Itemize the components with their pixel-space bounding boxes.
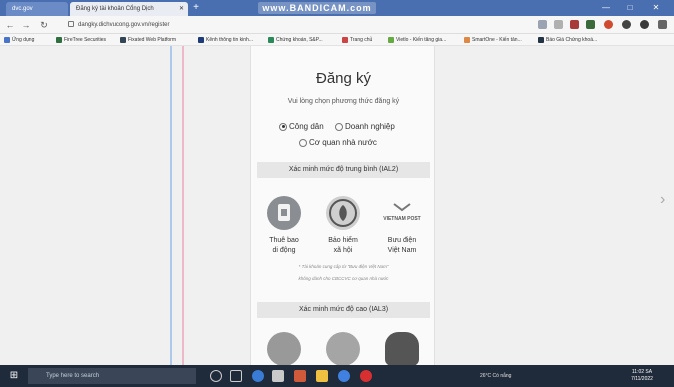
taskbar-search-input[interactable]: Type here to search (28, 368, 196, 384)
bookmark-item[interactable]: Kênh thông tin kinh... (198, 34, 264, 46)
address-text: dangky.dichvucong.gov.vn/register (78, 22, 170, 28)
bookmark-item[interactable]: Trang chủ (342, 34, 384, 46)
cloud-icon (385, 332, 419, 365)
forward-icon[interactable]: → (20, 19, 32, 31)
page-title: Đăng ký (315, 70, 372, 87)
tab-label: dvc.gov (12, 6, 33, 12)
vietnam-post-note: * Tài khoản cung cấp từ "Bưu điện Việt N… (298, 264, 389, 269)
bookmark-item[interactable]: Vietlo - Kiến tăng gia... (388, 34, 460, 46)
app-icon[interactable] (272, 370, 284, 382)
bookmark-item[interactable]: SmartOne - Kiến tản... (464, 34, 534, 46)
method-ial3-3[interactable] (377, 332, 427, 365)
bookmark-item[interactable]: Báo Giá Chứng khoá... (538, 34, 612, 46)
download-icon[interactable] (658, 20, 667, 29)
register-card: Đăng ký Vui lòng chọn phương thức đăng k… (250, 46, 435, 365)
new-tab-icon[interactable]: + (190, 2, 202, 14)
vietnam-post-note-2: không dành cho CBCCVC cơ quan nhà nước (298, 276, 389, 281)
tab-register[interactable]: Đăng ký tài khoản Cổng Dịch ✕ (70, 2, 188, 16)
bandicam-watermark: www.BANDICAM.com (258, 2, 376, 14)
extension-icon[interactable] (622, 20, 631, 29)
cortana-icon[interactable] (210, 370, 222, 382)
radio-selected-icon (279, 122, 287, 131)
id-card-icon (326, 332, 360, 365)
page-subtitle: Vui lòng chọn phương thức đăng ký (287, 98, 400, 105)
minimize-icon[interactable]: — (598, 2, 614, 14)
method-mobile[interactable]: Thuê bao di động (259, 196, 309, 256)
back-icon[interactable]: ← (4, 19, 16, 31)
method-social-insurance[interactable]: Bảo hiểm xã hội (318, 196, 368, 256)
social-insurance-icon (326, 196, 360, 230)
bookmark-item[interactable]: Fixated Web Platform (120, 34, 194, 46)
profile-avatar[interactable] (640, 20, 649, 29)
method-label: Thuê bao di động (269, 237, 299, 254)
close-window-icon[interactable]: ✕ (648, 2, 664, 14)
address-bar-row: ← → ↻ dangky.dichvucong.gov.vn/register (0, 16, 674, 34)
star-icon[interactable] (554, 20, 563, 29)
task-view-icon[interactable] (230, 370, 242, 382)
windows-start-icon[interactable]: ⊞ (8, 370, 20, 382)
radio-enterprise[interactable]: Doanh nghiệp (335, 122, 395, 131)
extension-icon[interactable] (570, 20, 579, 29)
edge-icon[interactable] (252, 370, 264, 382)
chevron-right-icon[interactable]: › (660, 191, 665, 209)
chip-card-icon (267, 332, 301, 365)
address-input[interactable]: dangky.dichvucong.gov.vn/register (68, 19, 508, 31)
app-icon[interactable] (294, 370, 306, 382)
radio-citizen[interactable]: Công dân (279, 122, 324, 131)
bandicam-icon[interactable] (360, 370, 372, 382)
svg-text:VIETNAM POST: VIETNAM POST (383, 216, 421, 222)
bookmark-item[interactable]: Chứng khoán, S&P... (268, 34, 338, 46)
bookmarks-bar: Ứng dụng FireTree Securities Fixated Web… (0, 34, 674, 46)
vietnam-post-icon: VIETNAM POST (383, 196, 421, 230)
method-label: Bảo hiểm xã hội (328, 237, 358, 254)
tab-label: Đăng ký tài khoản Cổng Dịch (76, 6, 154, 12)
chrome-icon[interactable] (338, 370, 350, 382)
windows-taskbar: ⊞ Type here to search 26°C Có nắng 11:02… (0, 365, 674, 387)
method-ial3-1[interactable] (259, 332, 309, 365)
radio-icon (299, 138, 307, 147)
system-tray: 26°C Có nắng (480, 365, 511, 387)
file-explorer-icon[interactable] (316, 370, 328, 382)
method-ial3-2[interactable] (318, 332, 368, 365)
section-ial3-header: Xác minh mức độ cao (IAL3) (257, 302, 430, 318)
section-ial2-header: Xác minh mức độ trung bình (IAL2) (257, 162, 430, 178)
close-tab-icon[interactable]: ✕ (179, 2, 184, 16)
weather-text: 26°C Có nắng (480, 373, 512, 379)
lock-icon (68, 21, 74, 28)
bookmark-item[interactable]: Ứng dụng (4, 34, 52, 46)
radio-icon (335, 122, 343, 131)
radio-government[interactable]: Cơ quan nhà nước (299, 138, 377, 147)
sim-card-icon (267, 196, 301, 230)
method-vietnam-post[interactable]: VIETNAM POST Bưu điện Việt Nam (377, 196, 427, 256)
screen-artifact-line (170, 46, 172, 365)
translate-icon[interactable] (538, 20, 547, 29)
browser-titlebar: dvc.gov Đăng ký tài khoản Cổng Dịch ✕ + … (0, 0, 674, 16)
extension-icon[interactable] (604, 20, 613, 29)
screen-artifact-line (182, 46, 184, 365)
extension-icon[interactable] (586, 20, 595, 29)
bookmark-item[interactable]: FireTree Securities (56, 34, 116, 46)
method-label: Bưu điện Việt Nam (387, 237, 417, 254)
page-viewport: Đăng ký Vui lòng chọn phương thức đăng k… (0, 46, 674, 365)
tab-dvc[interactable]: dvc.gov (6, 2, 68, 16)
maximize-icon[interactable]: □ (622, 2, 638, 14)
taskbar-clock[interactable]: 11:02 SA 7/11/2022 (625, 369, 659, 383)
reload-icon[interactable]: ↻ (38, 19, 50, 31)
